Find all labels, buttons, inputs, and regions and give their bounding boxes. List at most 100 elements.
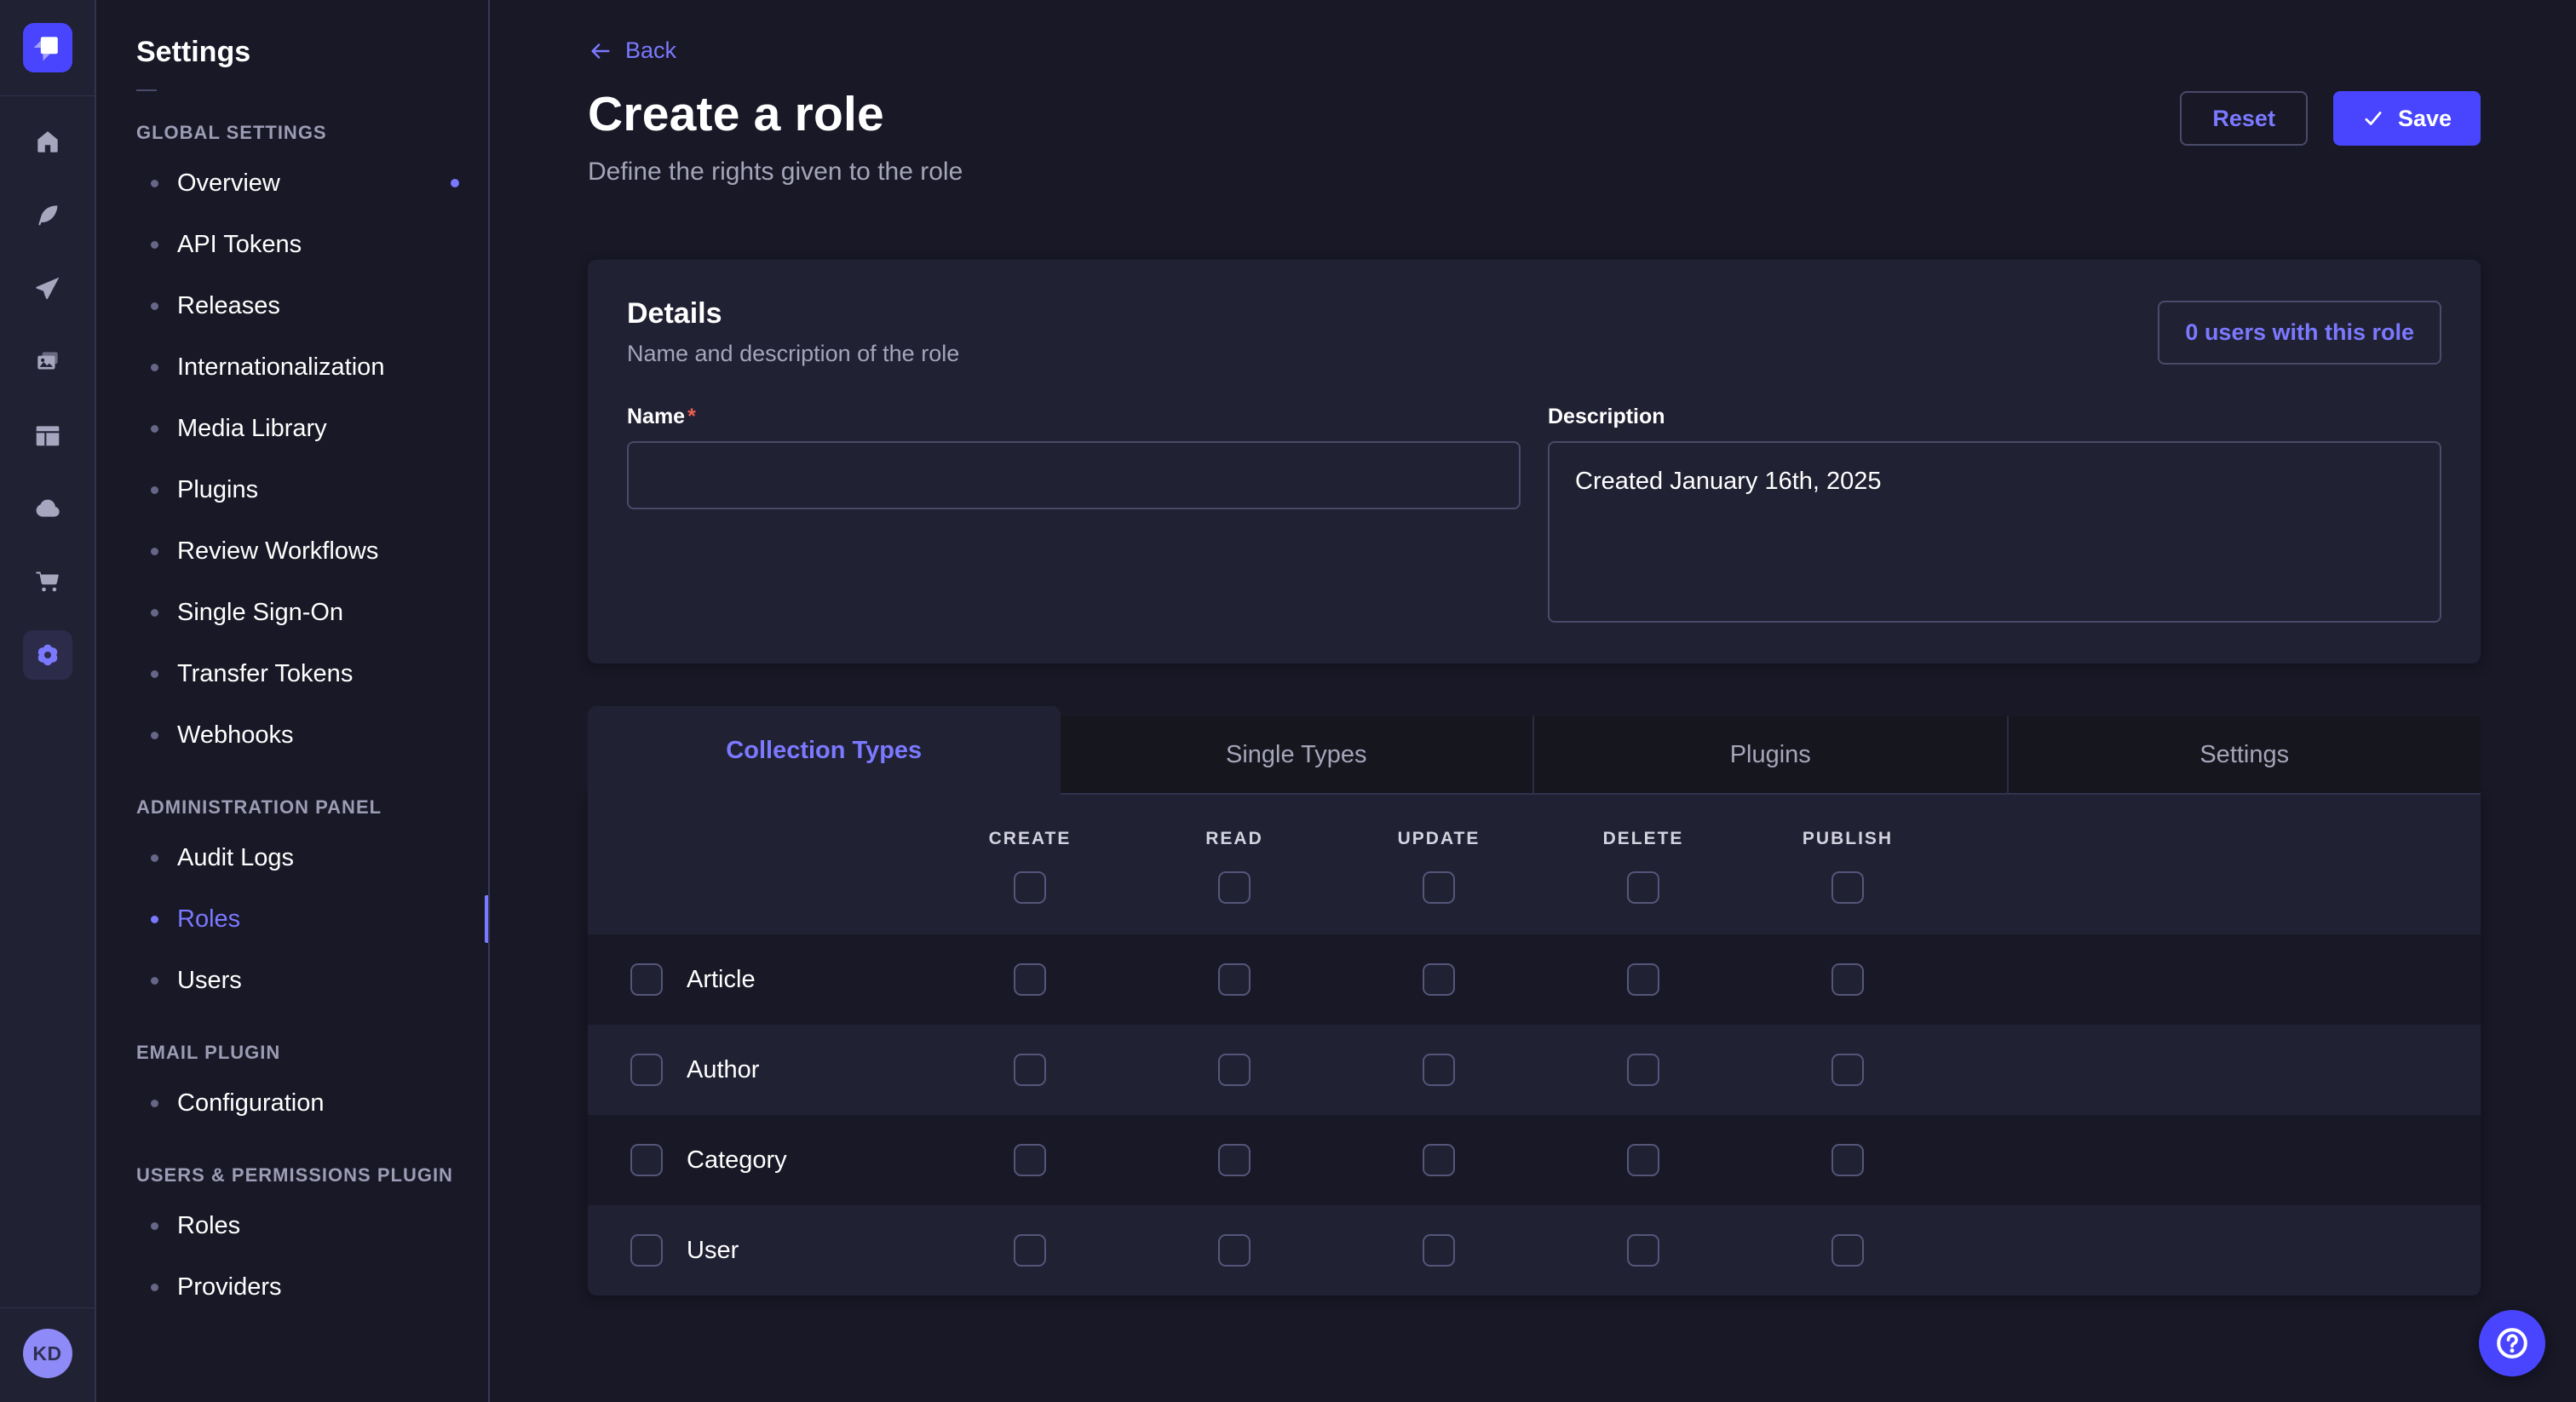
sidebar-item-api-tokens[interactable]: API Tokens	[96, 214, 488, 275]
nav-media-library[interactable]	[23, 337, 72, 387]
article-delete-checkbox[interactable]	[1627, 963, 1659, 996]
select-row-user-checkbox[interactable]	[630, 1234, 663, 1267]
sidebar-item-single-sign-on[interactable]: Single Sign-On	[96, 582, 488, 643]
tab-collection-types[interactable]: Collection Types	[588, 706, 1061, 795]
permission-column-publish: PUBLISH	[1745, 829, 1950, 904]
cloud-icon	[33, 494, 62, 523]
user-create-checkbox[interactable]	[1014, 1234, 1046, 1267]
article-publish-checkbox[interactable]	[1831, 963, 1864, 996]
home-icon	[33, 128, 62, 157]
nav-content-type-builder[interactable]	[23, 191, 72, 240]
tab-settings[interactable]: Settings	[2007, 716, 2481, 795]
sidebar-item-roles[interactable]: Roles	[96, 1195, 488, 1256]
permission-column-create: CREATE	[928, 829, 1132, 904]
sidebar-item-overview[interactable]: Overview	[96, 152, 488, 214]
row-label: User	[687, 1237, 739, 1265]
row-name-cell: Category	[588, 1144, 928, 1176]
sidebar-item-review-workflows[interactable]: Review Workflows	[96, 520, 488, 582]
user-publish-checkbox[interactable]	[1831, 1234, 1864, 1267]
sidebar-item-releases[interactable]: Releases	[96, 275, 488, 336]
sidebar-item-media-library[interactable]: Media Library	[96, 398, 488, 459]
user-delete-checkbox[interactable]	[1627, 1234, 1659, 1267]
logo-area	[0, 0, 95, 96]
nav-settings[interactable]	[23, 630, 72, 680]
permission-row-author: Author	[588, 1025, 2481, 1115]
permission-cell	[928, 1234, 1132, 1267]
author-publish-checkbox[interactable]	[1831, 1054, 1864, 1086]
author-update-checkbox[interactable]	[1423, 1054, 1455, 1086]
sidebar-item-configuration[interactable]: Configuration	[96, 1072, 488, 1134]
select-all-delete-checkbox[interactable]	[1627, 871, 1659, 904]
select-row-article-checkbox[interactable]	[630, 963, 663, 996]
article-update-checkbox[interactable]	[1423, 963, 1455, 996]
users-with-role-button[interactable]: 0 users with this role	[2158, 301, 2441, 365]
help-button[interactable]	[2479, 1310, 2545, 1376]
reset-button[interactable]: Reset	[2180, 91, 2308, 146]
author-delete-checkbox[interactable]	[1627, 1054, 1659, 1086]
sidebar-item-transfer-tokens[interactable]: Transfer Tokens	[96, 643, 488, 704]
article-create-checkbox[interactable]	[1014, 963, 1046, 996]
header-actions: Reset Save	[2180, 91, 2481, 146]
column-label: DELETE	[1603, 829, 1684, 849]
details-fields: Name* Description Created January 16th, …	[627, 405, 2441, 623]
sidebar-item-users[interactable]: Users	[96, 950, 488, 1011]
tab-single-types[interactable]: Single Types	[1061, 716, 1533, 795]
sidebar-item-roles[interactable]: Roles	[96, 888, 488, 950]
back-link[interactable]: Back	[588, 37, 676, 64]
strapi-admin-app: KD Settings GLOBAL SETTINGSOverviewAPI T…	[0, 0, 2576, 1402]
save-button[interactable]: Save	[2333, 91, 2481, 146]
bullet-icon	[151, 670, 158, 678]
category-create-checkbox[interactable]	[1014, 1144, 1046, 1176]
select-all-update-checkbox[interactable]	[1423, 871, 1455, 904]
sidebar-item-internationalization[interactable]: Internationalization	[96, 336, 488, 398]
select-row-author-checkbox[interactable]	[630, 1054, 663, 1086]
sidebar-title: Settings	[136, 36, 488, 69]
user-update-checkbox[interactable]	[1423, 1234, 1455, 1267]
category-publish-checkbox[interactable]	[1831, 1144, 1864, 1176]
author-read-checkbox[interactable]	[1218, 1054, 1251, 1086]
permission-cell	[1541, 1054, 1745, 1086]
details-card-head: Details Name and description of the role…	[627, 297, 2441, 367]
category-update-checkbox[interactable]	[1423, 1144, 1455, 1176]
row-name-cell: User	[588, 1234, 928, 1267]
author-create-checkbox[interactable]	[1014, 1054, 1046, 1086]
select-all-read-checkbox[interactable]	[1218, 871, 1251, 904]
bullet-icon	[151, 977, 158, 985]
select-row-category-checkbox[interactable]	[630, 1144, 663, 1176]
nav-marketplace[interactable]	[23, 557, 72, 606]
tab-plugins[interactable]: Plugins	[1532, 716, 2007, 795]
nav-cloud[interactable]	[23, 484, 72, 533]
bullet-icon	[151, 425, 158, 433]
select-all-create-checkbox[interactable]	[1014, 871, 1046, 904]
nav-home[interactable]	[23, 118, 72, 167]
description-textarea[interactable]: Created January 16th, 2025	[1548, 441, 2441, 623]
row-label: Author	[687, 1056, 759, 1084]
permission-cell	[1337, 1234, 1541, 1267]
user-avatar[interactable]: KD	[23, 1329, 72, 1378]
gear-icon	[33, 641, 62, 669]
page-title: Create a role	[588, 86, 963, 142]
permission-cell	[1337, 963, 1541, 996]
select-all-publish-checkbox[interactable]	[1831, 871, 1864, 904]
settings-sidebar: Settings GLOBAL SETTINGSOverviewAPI Toke…	[96, 0, 490, 1402]
category-read-checkbox[interactable]	[1218, 1144, 1251, 1176]
sidebar-item-webhooks[interactable]: Webhooks	[96, 704, 488, 766]
page-header: Create a role Define the rights given to…	[588, 86, 2481, 187]
sidebar-item-audit-logs[interactable]: Audit Logs	[96, 827, 488, 888]
permission-cell	[928, 1144, 1132, 1176]
details-card: Details Name and description of the role…	[588, 260, 2481, 664]
nav-deploy[interactable]	[23, 264, 72, 313]
article-read-checkbox[interactable]	[1218, 963, 1251, 996]
bullet-icon	[151, 854, 158, 862]
sidebar-item-plugins[interactable]: Plugins	[96, 459, 488, 520]
user-read-checkbox[interactable]	[1218, 1234, 1251, 1267]
sidebar-section-heading: USERS & PERMISSIONS PLUGIN	[136, 1164, 488, 1187]
category-delete-checkbox[interactable]	[1627, 1144, 1659, 1176]
title-divider	[136, 89, 157, 91]
sidebar-item-providers[interactable]: Providers	[96, 1256, 488, 1318]
nav-content-manager[interactable]	[23, 411, 72, 460]
bullet-icon	[151, 180, 158, 187]
strapi-logo[interactable]	[23, 23, 72, 72]
permission-cell	[1541, 1234, 1745, 1267]
name-input[interactable]	[627, 441, 1521, 509]
